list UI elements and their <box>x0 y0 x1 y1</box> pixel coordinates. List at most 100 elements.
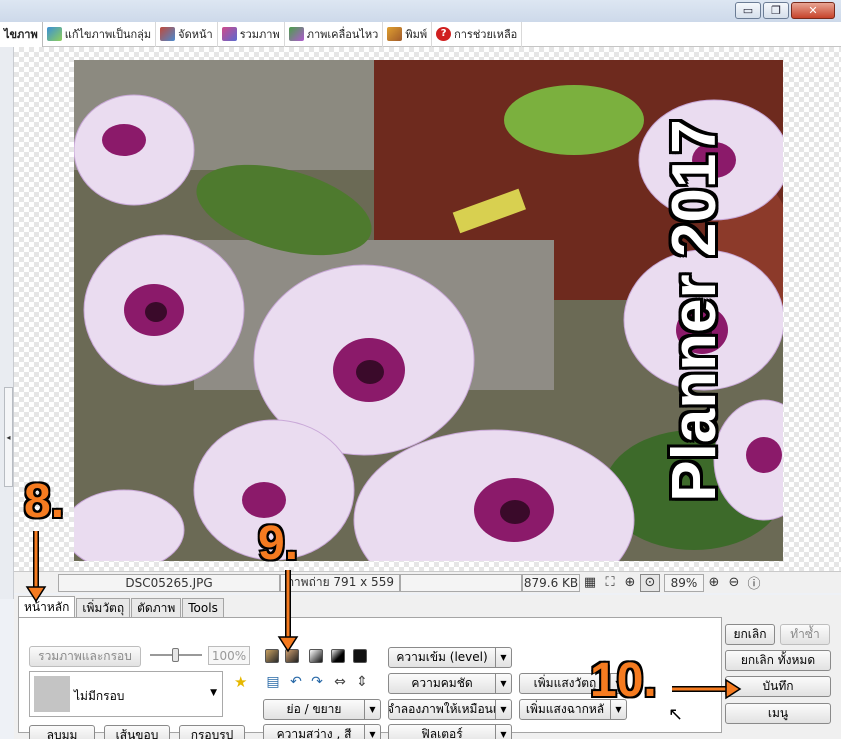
photoscape-window: ▭ ❐ ✕ ไขภาพ แก้ไขภาพเป็นกลุ่ม จัดหน้า รว… <box>0 0 841 739</box>
resize-label: ย่อ / ขยาย <box>263 699 365 720</box>
tab-batch-editor[interactable]: แก้ไขภาพเป็นกลุ่ม <box>43 21 157 47</box>
mouse-cursor-icon: ↖ <box>668 704 684 725</box>
dark-swatch[interactable] <box>331 649 345 663</box>
auto-adjust-icon[interactable]: ▤ <box>264 673 282 691</box>
minimize-button[interactable]: ▭ <box>735 2 761 19</box>
zoom-in-icon[interactable]: ⊕ <box>704 574 724 592</box>
frame-shape-button[interactable]: กรอบรูป <box>179 725 245 739</box>
photo: Planner 2017 <box>74 60 783 561</box>
tab-page[interactable]: จัดหน้า <box>156 21 218 47</box>
info-icon[interactable]: ⓘ <box>744 574 764 592</box>
opacity-slider[interactable] <box>150 648 202 662</box>
image-canvas[interactable]: Planner 2017 <box>14 47 841 571</box>
restore-button[interactable]: ❐ <box>763 2 789 19</box>
frame-thumbnail <box>34 676 70 712</box>
tab-editor[interactable]: ไขภาพ <box>0 21 43 47</box>
undo-all-button[interactable]: ยกเลิก ทั้งหมด <box>725 650 831 671</box>
dropdown-arrow-icon: ▼ <box>496 673 512 694</box>
brightness-label: ความสว่าง , สี <box>263 724 365 739</box>
tab-home[interactable]: หน้าหลัก <box>18 596 76 617</box>
menu-button[interactable]: เมนู <box>725 703 831 724</box>
tab-print-label: พิมพ์ <box>405 28 428 41</box>
opacity-value: 100% <box>208 646 250 665</box>
step-9-label: 9. <box>258 517 299 570</box>
page-layout-icon <box>160 27 176 41</box>
status-dimensions: ภาพถ่าย 791 x 559 <box>280 573 400 592</box>
dropdown-arrow-icon: ▼ <box>496 647 512 668</box>
status-blank <box>400 573 522 592</box>
simulate-dropdown[interactable]: จำลองภาพให้เหมือนเ ▼ <box>388 699 512 720</box>
tab-batch-editor-label: แก้ไขภาพเป็นกลุ่ม <box>64 28 152 41</box>
tab-object[interactable]: เพิ่มวัตถุ <box>76 598 131 617</box>
sharpness-label: ความคมชัด <box>388 673 496 694</box>
dropdown-arrow-icon: ▼ <box>496 699 512 720</box>
zoom-fit-icon[interactable]: ⊙ <box>640 573 660 592</box>
tab-page-label: จัดหน้า <box>178 28 213 41</box>
transparency-icon[interactable]: ▦ <box>580 574 600 592</box>
redo-button[interactable]: ทำซ้ำ <box>780 624 830 645</box>
title-bar: ▭ ❐ ✕ <box>0 0 841 22</box>
simulate-label: จำลองภาพให้เหมือนเ <box>388 699 496 720</box>
status-filename: DSC05265.JPG <box>58 573 280 592</box>
batch-edit-icon <box>46 27 62 41</box>
zoom-actual-icon[interactable]: ⊕ <box>620 574 640 592</box>
filter-label: ฟิลเตอร์ <box>388 724 496 739</box>
slider-knob[interactable] <box>172 648 179 662</box>
print-icon <box>387 27 403 41</box>
status-bar: DSC05265.JPG ภาพถ่าย 791 x 559 879.6 KB … <box>14 571 841 593</box>
filter-dropdown[interactable]: ฟิลเตอร์ ▼ <box>388 724 512 739</box>
animation-icon <box>288 27 304 41</box>
combine-icon <box>221 27 237 41</box>
rotate-left-icon[interactable]: ↶ <box>287 673 305 691</box>
frame-select-value: ไม่มีกรอบ <box>74 689 125 703</box>
tab-animated-gif[interactable]: ภาพเคลื่อนไหว <box>285 21 384 47</box>
collapse-panel-button[interactable]: ◂ <box>4 387 13 487</box>
status-spacer <box>14 574 58 592</box>
border-button[interactable]: เส้นขอบ <box>104 725 170 739</box>
help-icon: ? <box>436 27 452 41</box>
auto-level-swatch[interactable] <box>265 649 279 663</box>
black-swatch[interactable] <box>353 649 367 663</box>
dropdown-arrow-icon: ▼ <box>365 699 381 720</box>
bw-swatch[interactable] <box>309 649 323 663</box>
tab-print[interactable]: พิมพ์ <box>383 21 433 47</box>
tab-crop[interactable]: ตัดภาพ <box>131 598 182 617</box>
dropdown-arrow-icon: ▼ <box>496 724 512 739</box>
save-button[interactable]: บันทึก <box>725 676 831 697</box>
tab-animated-gif-label: ภาพเคลื่อนไหว <box>306 28 379 41</box>
close-button[interactable]: ✕ <box>791 2 835 19</box>
step-10-label: 10. <box>590 654 657 707</box>
fit-screen-icon[interactable]: ⛶ <box>600 574 620 592</box>
window-controls: ▭ ❐ ✕ <box>735 2 835 19</box>
step-8-label: 8. <box>24 475 65 528</box>
auto-contrast-swatch[interactable] <box>285 649 299 663</box>
zoom-out-icon[interactable]: ⊖ <box>724 574 744 592</box>
tab-help[interactable]: ? การช่วยเหลือ <box>432 21 523 47</box>
planner-text: Planner 2017 <box>659 118 729 502</box>
flip-horizontal-icon[interactable]: ⇔ <box>331 673 349 691</box>
tab-help-label: การช่วยเหลือ <box>454 28 518 41</box>
left-panel: ◂ <box>0 47 14 599</box>
sharpness-dropdown[interactable]: ความคมชัด ▼ <box>388 673 512 694</box>
tab-tools[interactable]: Tools <box>182 598 224 617</box>
brightness-dropdown[interactable]: ความสว่าง , สี ▼ <box>263 724 381 739</box>
level-label: ความเข้ม (level) <box>388 647 496 668</box>
status-filesize: 879.6 KB <box>522 573 580 592</box>
favorite-star-icon[interactable]: ★ <box>234 673 247 691</box>
merge-frame-button[interactable]: รวมภาพและกรอบ <box>29 646 141 667</box>
resize-dropdown[interactable]: ย่อ / ขยาย ▼ <box>263 699 381 720</box>
round-corner-button[interactable]: ลบมุม <box>29 725 95 739</box>
dropdown-arrow-icon: ▼ <box>365 724 381 739</box>
frame-select[interactable]: ไม่มีกรอบ ▼ <box>29 671 223 717</box>
tab-combine-label: รวมภาพ <box>239 28 280 41</box>
tool-tabs: หน้าหลัก เพิ่มวัตถุ ตัดภาพ Tools <box>18 596 225 617</box>
rotate-right-icon[interactable]: ↷ <box>308 673 326 691</box>
zoom-level: 89% <box>664 573 704 592</box>
module-tabs: ไขภาพ แก้ไขภาพเป็นกลุ่ม จัดหน้า รวมภาพ ภ… <box>0 21 841 47</box>
undo-button[interactable]: ยกเลิก <box>725 624 775 645</box>
planner-overlay-text: Planner 2017 <box>614 100 774 520</box>
tools-panel: หน้าหลัก เพิ่มวัตถุ ตัดภาพ Tools รวมภาพแ… <box>14 595 841 739</box>
level-dropdown[interactable]: ความเข้ม (level) ▼ <box>388 647 512 668</box>
flip-vertical-icon[interactable]: ⇕ <box>353 673 371 691</box>
tab-combine[interactable]: รวมภาพ <box>218 21 285 47</box>
